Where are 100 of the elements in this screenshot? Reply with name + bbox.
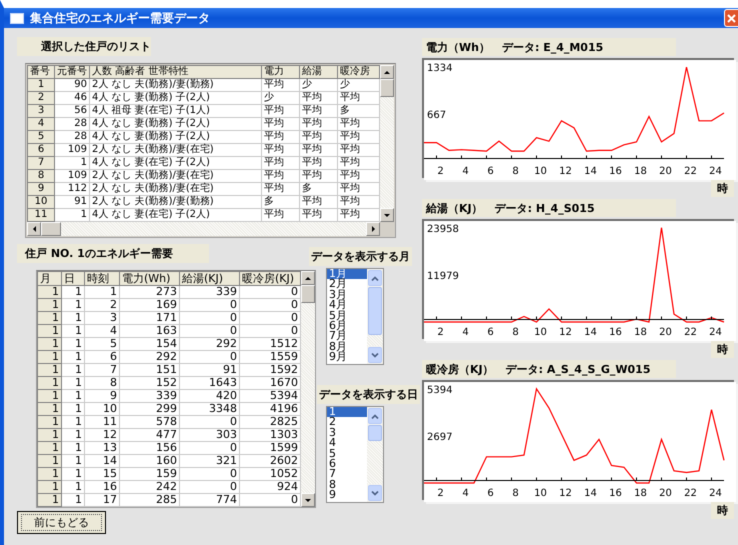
- column-header[interactable]: 時刻: [84, 272, 120, 286]
- day-listbox[interactable]: 1 2 3 4 5 6 7 8 9: [326, 406, 384, 503]
- table-cell: 0: [240, 286, 300, 298]
- demand-table[interactable]: [36, 270, 316, 508]
- column-header[interactable]: 日: [62, 272, 84, 286]
- table-cell: 11: [84, 416, 120, 428]
- table-cell: 299: [120, 402, 180, 416]
- table-cell: 1: [62, 480, 84, 494]
- axis-label: 時: [711, 502, 734, 519]
- list-item[interactable]: 8: [327, 480, 367, 490]
- household-list[interactable]: [25, 63, 396, 238]
- table-cell: 321: [180, 454, 240, 468]
- table-cell: 292: [120, 350, 180, 364]
- back-button[interactable]: 前にもどる: [17, 511, 106, 534]
- list-item[interactable]: 5: [327, 448, 367, 459]
- row-header: 1: [38, 376, 62, 390]
- axis-tick-label: 18: [634, 488, 647, 499]
- vertical-scrollbar[interactable]: [367, 269, 383, 364]
- scroll-thumb[interactable]: [368, 425, 382, 441]
- row-header: 6: [28, 144, 54, 156]
- list-item[interactable]: 9月: [327, 352, 367, 363]
- row-header: 1: [38, 286, 62, 298]
- table-cell: 90: [54, 78, 90, 92]
- column-header[interactable]: 電力(Wh): [120, 272, 180, 286]
- table-cell: 1: [62, 312, 84, 324]
- list-item[interactable]: 7月: [327, 331, 367, 342]
- list-item[interactable]: 3月: [327, 290, 367, 300]
- picker-label: データを表示する月: [309, 247, 412, 266]
- column-header[interactable]: 月: [38, 272, 62, 286]
- column-header[interactable]: 給湯(KJ): [180, 272, 240, 286]
- close-button[interactable]: [724, 9, 738, 27]
- row-header: 1: [38, 350, 62, 364]
- table-cell: 2人 なし 夫(勤務)/妻(在宅): [90, 170, 262, 182]
- axis-tick-label: 16: [609, 166, 622, 177]
- table-cell: 1: [62, 338, 84, 350]
- table-cell: 420: [180, 390, 240, 402]
- column-header[interactable]: 給湯: [300, 66, 338, 78]
- table-cell: 4人 なし 妻(在宅) 子(2人): [90, 156, 262, 170]
- table-cell: 91: [54, 196, 90, 208]
- column-header[interactable]: 人数 高齢者 世帯特性: [90, 66, 262, 78]
- table-cell: 0: [180, 442, 240, 454]
- column-header[interactable]: 元番号: [54, 66, 90, 78]
- table-cell: 578: [120, 416, 180, 428]
- table-cell: 171: [120, 312, 180, 324]
- axis-tick-label: 14: [584, 327, 597, 338]
- list-item[interactable]: 1: [327, 407, 367, 418]
- axis-tick-label: 8: [512, 166, 519, 177]
- column-header[interactable]: 電力: [262, 66, 300, 78]
- list-item[interactable]: 5月: [327, 310, 367, 321]
- list-item[interactable]: 6月: [327, 320, 367, 332]
- list-item[interactable]: 7: [327, 469, 367, 480]
- chevron-down-icon: [371, 352, 379, 358]
- list-item[interactable]: 9: [327, 490, 367, 501]
- list-item[interactable]: 4: [327, 438, 367, 449]
- axis-label: 時: [711, 341, 734, 358]
- scroll-thumb[interactable]: [368, 287, 382, 335]
- list-item[interactable]: 3: [327, 428, 367, 438]
- chart-title: 電力（Wh） データ: E_4_M015: [422, 38, 676, 56]
- list-item[interactable]: 8月: [327, 342, 367, 352]
- scroll-right-button[interactable]: [366, 222, 380, 236]
- list-item[interactable]: 2月: [327, 279, 367, 290]
- table-cell: 4196: [240, 402, 300, 416]
- table-cell: 1303: [240, 428, 300, 442]
- table-cell: 平均: [262, 78, 300, 92]
- vertical-scrollbar[interactable]: [301, 271, 315, 507]
- table-cell: 1: [62, 286, 84, 298]
- row-header: 1: [38, 338, 62, 350]
- table-cell: 1: [54, 156, 90, 170]
- table-cell: 4人 祖母 妻(在宅) 子(1人): [90, 104, 262, 118]
- row-header: 1: [38, 312, 62, 324]
- axis-tick-label: 6: [487, 166, 494, 177]
- list-item[interactable]: 6: [327, 458, 367, 470]
- column-header[interactable]: 暖冷房: [338, 66, 380, 78]
- list-item[interactable]: 4月: [327, 300, 367, 311]
- table-cell: 1: [62, 468, 84, 480]
- column-header[interactable]: 暖冷房(KJ): [240, 272, 300, 286]
- row-header: 1: [38, 402, 62, 416]
- table-cell: 1592: [240, 364, 300, 376]
- row-header: 1: [28, 78, 54, 92]
- row-header: 2: [28, 92, 54, 104]
- table-cell: 112: [54, 182, 90, 196]
- vertical-scrollbar[interactable]: [380, 65, 394, 222]
- table-cell: 169: [120, 298, 180, 312]
- table-cell: 0: [180, 416, 240, 428]
- table-cell: 56: [54, 104, 90, 118]
- column-header[interactable]: 番号: [28, 66, 54, 78]
- picker-label: データを表示する日: [317, 385, 420, 404]
- row-header: 5: [28, 130, 54, 144]
- scroll-left-button[interactable]: [27, 222, 41, 236]
- list-item[interactable]: 2: [327, 417, 367, 428]
- table-cell: 3348: [180, 402, 240, 416]
- axis-tick-label: 6: [487, 488, 494, 499]
- table-cell: 4: [84, 324, 120, 338]
- axis-tick-label: 2: [437, 488, 444, 499]
- table-cell: 0: [180, 468, 240, 480]
- vertical-scrollbar[interactable]: [367, 407, 383, 502]
- table-cell: 14: [84, 454, 120, 468]
- table-cell: 平均: [300, 118, 338, 130]
- scroll-track[interactable]: [367, 335, 383, 346]
- axis-tick-label: 10: [534, 488, 547, 499]
